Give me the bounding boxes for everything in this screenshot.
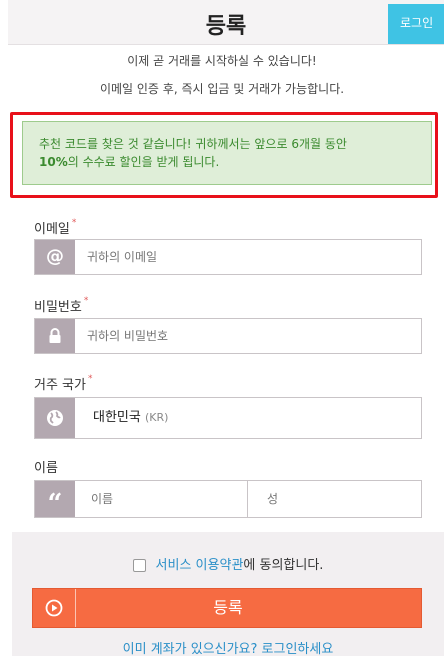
referral-notice-line-2: 10%의 수수료 할인을 받게 됩니다. <box>39 153 415 171</box>
country-select[interactable]: 대한민국 (KR) <box>34 397 422 439</box>
email-input[interactable] <box>87 240 407 274</box>
email-field[interactable]: @ <box>34 239 422 275</box>
header: 등록 로그인 <box>8 0 444 45</box>
name-divider <box>247 481 248 517</box>
required-mark: * <box>83 296 89 306</box>
page-title: 등록 <box>205 14 247 39</box>
register-button[interactable]: 등록 <box>32 588 422 628</box>
lock-icon <box>35 319 75 353</box>
email-label: 이메일 * <box>34 218 77 237</box>
password-field[interactable] <box>34 318 422 354</box>
globe-icon <box>35 398 75 438</box>
terms-text: 에 동의합니다. <box>243 558 324 573</box>
referral-notice: 추천 코드를 찾은 것 같습니다! 귀하께서는 앞으로 6개월 동안 10%의 … <box>22 121 432 185</box>
country-label: 거주 국가 * <box>34 374 93 393</box>
submit-panel: 서비스 이용약관에 동의합니다. 등록 이미 계좌가 있으신가요? 로그인하세요 <box>12 532 444 657</box>
terms-row: 서비스 이용약관에 동의합니다. <box>12 554 444 573</box>
login-link[interactable]: 이미 계좌가 있으신가요? 로그인하세요 <box>12 638 444 657</box>
intro-line-1: 이제 곧 거래를 시작하실 수 있습니다! <box>127 54 317 68</box>
terms-checkbox[interactable] <box>132 559 146 572</box>
referral-notice-rest: 의 수수료 할인을 받게 됩니다. <box>67 155 220 169</box>
name-field: “ <box>34 480 422 518</box>
last-name-input[interactable] <box>267 481 407 517</box>
required-mark: * <box>87 374 93 384</box>
quote-icon: “ <box>35 481 75 517</box>
password-label: 비밀번호 * <box>34 296 89 315</box>
required-mark: * <box>71 218 77 228</box>
register-button-label: 등록 <box>213 598 243 617</box>
first-name-input[interactable] <box>91 481 241 517</box>
name-label: 이름 <box>34 461 58 476</box>
country-value: 대한민국 (KR) <box>93 410 169 425</box>
terms-link[interactable]: 서비스 이용약관 <box>156 558 244 573</box>
referral-notice-line-1: 추천 코드를 찾은 것 같습니다! 귀하께서는 앞으로 6개월 동안 <box>39 137 347 151</box>
discount-percent: 10% <box>39 155 68 169</box>
login-tab[interactable]: 로그인 <box>388 4 444 44</box>
intro-line-2: 이메일 인증 후, 즉시 입금 및 거래가 가능합니다. <box>99 82 345 96</box>
at-icon: @ <box>35 240 75 274</box>
password-input[interactable] <box>87 319 407 353</box>
